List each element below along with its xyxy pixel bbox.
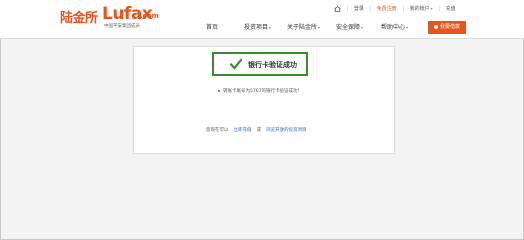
site-header: 陆金所 Lufax .com 中国平安集团成员 | 登录 | 免费注册 | 我的… (0, 0, 524, 39)
result-panel: 银行卡验证成功 转账卡尾号为5767的银行卡验证成功！ 您现在可以 立即充值或浏览… (133, 46, 395, 154)
nav-item-about[interactable]: 关于陆金所▾ (287, 22, 320, 31)
chevron-down-icon: ▾ (361, 25, 364, 30)
success-box: 银行卡验证成功 (212, 52, 308, 76)
separator: | (369, 6, 372, 12)
register-link[interactable]: 免费注册 (377, 5, 397, 12)
info-line: 转账卡尾号为5767的银行卡验证成功！ (218, 88, 302, 94)
chevron-down-icon: ▾ (269, 25, 272, 30)
next-actions: 您现在可以 立即充值或浏览开放的投资项目 (206, 127, 307, 133)
chevron-down-icon: ▾ (406, 25, 409, 30)
recharge-now-link[interactable]: 立即充值 (234, 128, 252, 133)
my-account-link[interactable]: 我的账户 (410, 5, 430, 12)
nav-item-invest[interactable]: 投资项目▾ (244, 22, 271, 31)
login-link[interactable]: 登录 (354, 5, 364, 12)
home-icon[interactable] (334, 5, 341, 12)
nav-item-label: 帮助中心 (381, 24, 406, 31)
info-text: 转账卡尾号为5767的银行卡验证成功！ (223, 89, 302, 94)
nav-item-label: 安全保障 (336, 24, 361, 31)
top-utility-bar: | 登录 | 免费注册 | 我的账户▾ | 充值 (334, 5, 456, 13)
nav-item-security[interactable]: 安全保障▾ (336, 22, 363, 31)
borrow-button-label: 我要借款 (439, 24, 460, 30)
checkmark-icon (230, 58, 242, 70)
separator: | (402, 6, 405, 12)
separator: | (346, 6, 349, 12)
nav-item-home[interactable]: 首页 (206, 22, 218, 31)
nav-item-label: 关于陆金所 (287, 24, 318, 31)
user-icon (433, 24, 438, 29)
next-actions-prefix: 您现在可以 (206, 128, 229, 133)
browse-projects-link[interactable]: 浏览开放的投资项目 (266, 128, 307, 133)
nav-item-help[interactable]: 帮助中心▾ (381, 22, 408, 31)
nav-item-label: 首页 (206, 24, 219, 31)
logo-com-text: .com (140, 12, 159, 20)
recharge-link[interactable]: 充值 (446, 5, 456, 12)
separator: | (438, 6, 440, 12)
chevron-down-icon: ▾ (430, 6, 433, 11)
success-message: 银行卡验证成功 (248, 61, 297, 69)
chevron-down-icon: ▾ (318, 25, 321, 30)
or-text: 或 (256, 128, 262, 133)
bullet-icon (218, 89, 220, 92)
nav-item-label: 投资项目 (244, 24, 269, 31)
borrow-button[interactable]: 我要借款 (428, 21, 466, 34)
